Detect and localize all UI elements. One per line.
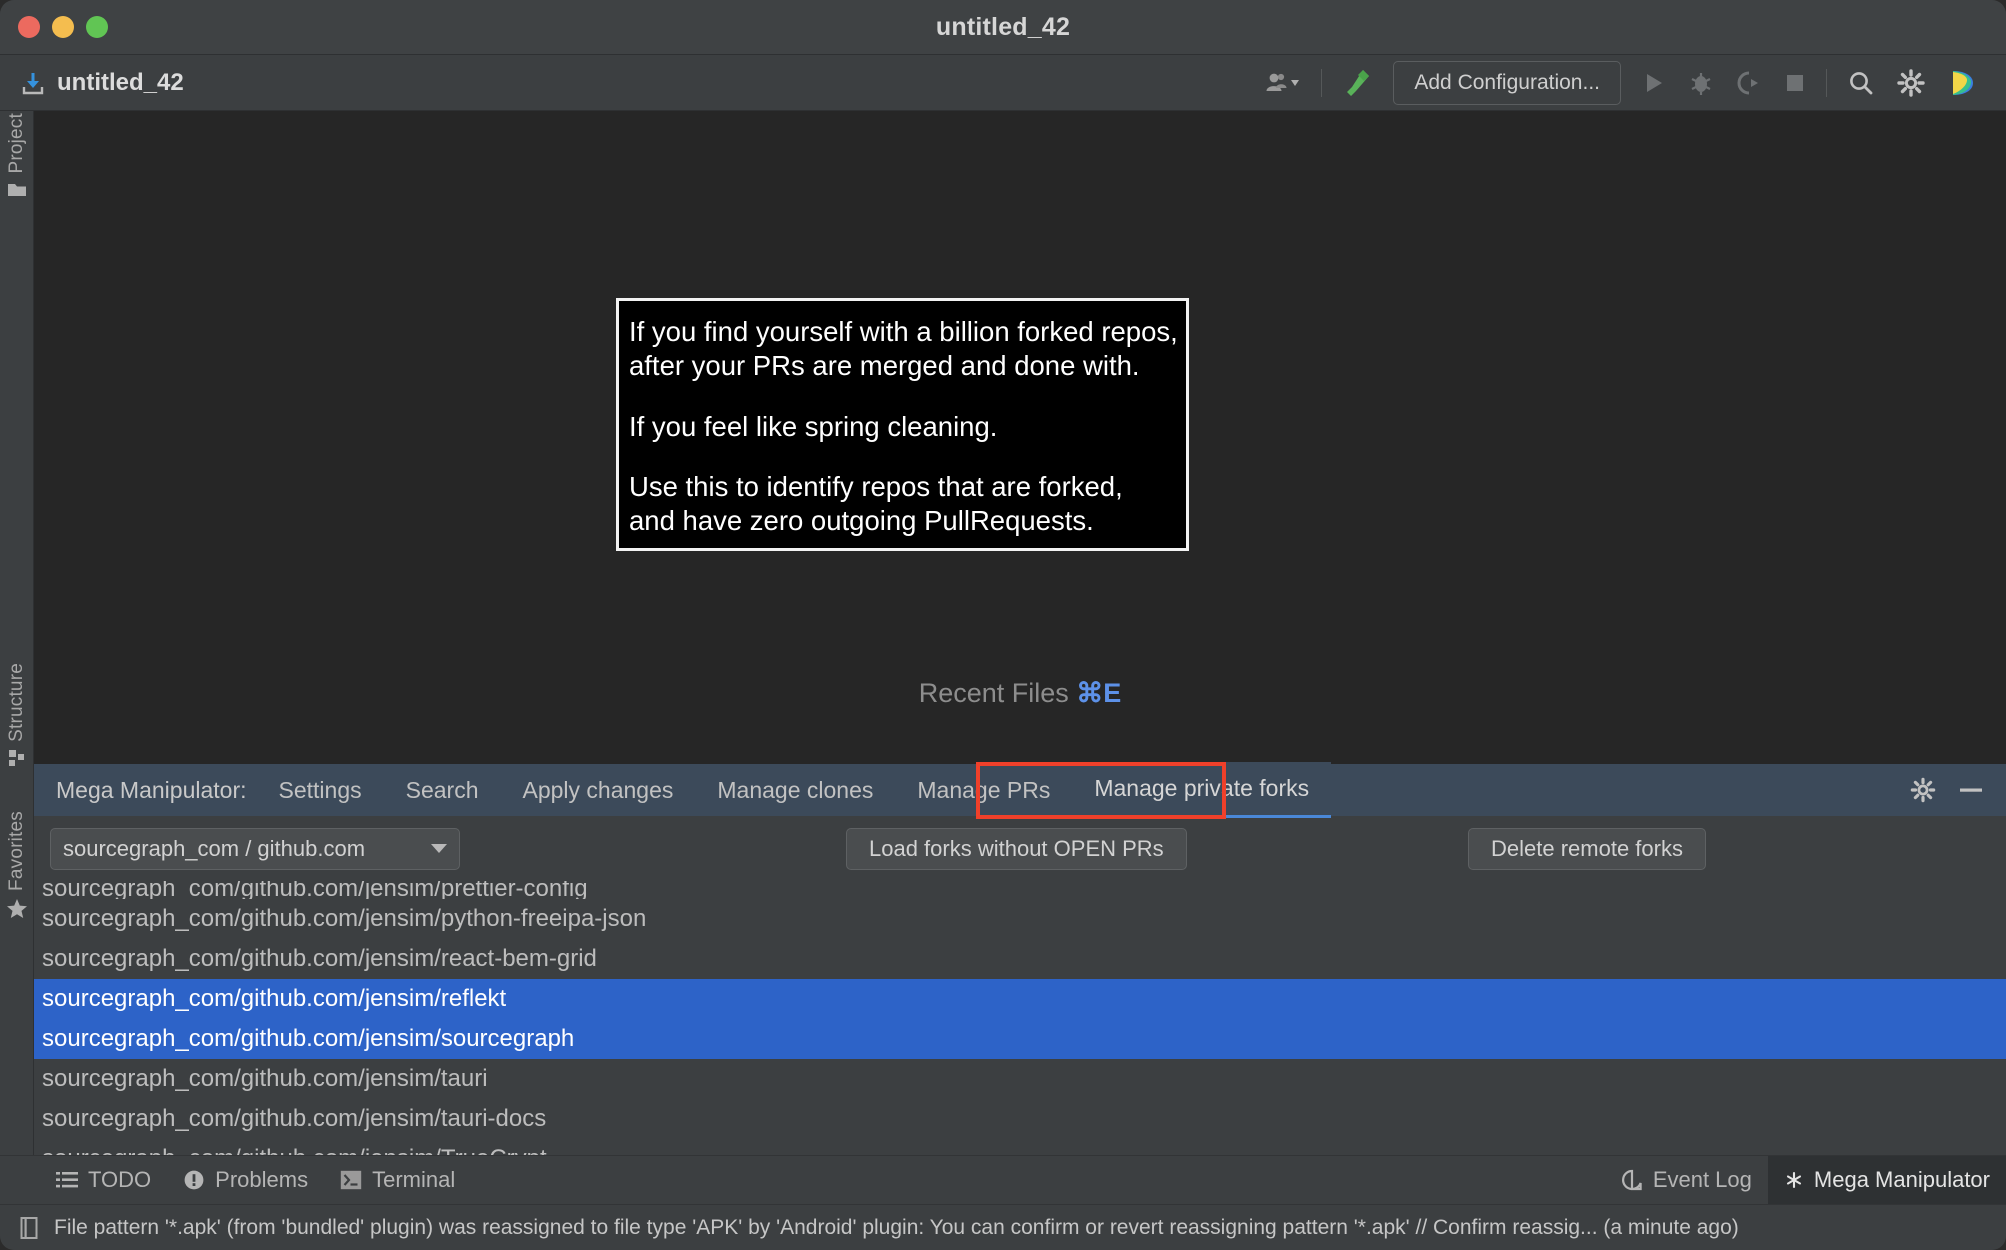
settings-gear-icon[interactable]	[1886, 61, 1936, 105]
repo-name: sourcegraph_com/github.com/jensim/pretti…	[42, 881, 588, 899]
traffic-light-group	[18, 16, 108, 38]
tab-settings[interactable]: Settings	[257, 764, 384, 817]
settings-gear-icon[interactable]	[1910, 777, 1936, 803]
download-project-icon	[20, 70, 46, 96]
source-select-value: sourcegraph_com / github.com	[63, 835, 366, 861]
bottom-tab-terminal[interactable]: Terminal	[324, 1156, 471, 1205]
stop-icon[interactable]	[1773, 61, 1817, 105]
ide-toolbar: untitled_42 Add Configuration...	[0, 55, 2006, 111]
maximize-button[interactable]	[86, 16, 108, 38]
minimize-icon[interactable]	[1958, 785, 1984, 795]
status-message: File pattern '*.apk' (from 'bundled' plu…	[54, 1215, 1739, 1239]
repo-name: sourcegraph_com/github.com/jensim/TrueCr…	[42, 1145, 547, 1155]
chevron-down-icon	[431, 844, 447, 853]
ide-window: untitled_42 untitled_42 Add Configuratio…	[0, 0, 2006, 1250]
window-titlebar: untitled_42	[0, 0, 2006, 55]
overlay-paragraph-1: If you find yourself with a billion fork…	[629, 316, 1178, 381]
delete-remote-forks-button[interactable]: Delete remote forks	[1468, 827, 1706, 870]
project-badge[interactable]: untitled_42	[20, 69, 184, 97]
repo-name: sourcegraph_com/github.com/jensim/source…	[42, 1025, 575, 1052]
forks-list[interactable]: sourcegraph_com/github.com/jensim/pretti…	[34, 881, 2006, 1155]
bottom-tab-mega-manipulator[interactable]: Mega Manipulator	[1767, 1155, 2006, 1205]
todo-list-icon	[56, 1171, 78, 1189]
bottom-tab-event-log[interactable]: Event Log	[1605, 1156, 1768, 1205]
tab-search[interactable]: Search	[384, 764, 501, 817]
list-item[interactable]: sourcegraph_com/github.com/jensim/tauri	[34, 1059, 2006, 1099]
bottom-tab-todo[interactable]: TODO	[40, 1156, 167, 1205]
status-bar: File pattern '*.apk' (from 'bundled' plu…	[0, 1204, 2006, 1250]
bottom-tab-todo-label: TODO	[88, 1167, 152, 1192]
repo-name: sourcegraph_com/github.com/jensim/tauri-…	[42, 1105, 547, 1132]
list-item[interactable]: sourcegraph_com/github.com/jensim/TrueCr…	[34, 1139, 2006, 1155]
repo-name: sourcegraph_com/github.com/jensim/react-…	[42, 945, 597, 972]
overlay-paragraph-3: Use this to identify repos that are fork…	[629, 471, 1123, 537]
star-icon	[6, 898, 28, 919]
jetbrains-logo-icon[interactable]	[1936, 61, 1988, 105]
bottom-tab-problems-label: Problems	[215, 1167, 309, 1192]
run-with-coverage-icon[interactable]	[1725, 61, 1773, 105]
tab-apply-changes[interactable]: Apply changes	[500, 764, 695, 817]
bottom-tab-problems[interactable]: Problems	[167, 1156, 324, 1205]
left-tool-strip: Project Structure Favorites	[0, 111, 34, 1155]
sidebar-item-project[interactable]: Project	[0, 113, 34, 198]
event-log-icon	[1621, 1169, 1643, 1191]
bottom-tab-event-log-label: Event Log	[1652, 1167, 1752, 1192]
bottom-tool-tabs: TODO Problems Terminal Event Log Mega Ma…	[0, 1155, 2006, 1205]
minimize-button[interactable]	[52, 16, 74, 38]
panel-title: Mega Manipulator:	[56, 776, 247, 803]
list-item[interactable]: sourcegraph_com/github.com/jensim/tauri-…	[34, 1099, 2006, 1139]
recent-files-hint: Recent Files ⌘E	[34, 678, 2006, 709]
repo-name: sourcegraph_com/github.com/jensim/python…	[42, 905, 647, 932]
window-title: untitled_42	[935, 12, 1071, 41]
mega-manipulator-panel: Mega Manipulator: Settings Search Apply …	[34, 762, 2006, 1155]
documentation-overlay: If you find yourself with a billion fork…	[616, 298, 1189, 552]
source-select[interactable]: sourcegraph_com / github.com	[50, 827, 460, 870]
asterisk-icon	[1784, 1170, 1804, 1190]
mega-manipulator-controls: sourcegraph_com / github.com Load forks …	[34, 816, 2006, 881]
build-hammer-icon[interactable]	[1331, 61, 1383, 105]
search-everywhere-icon[interactable]	[1836, 61, 1886, 105]
mega-manipulator-header: Mega Manipulator: Settings Search Apply …	[34, 762, 2006, 819]
sidebar-item-structure[interactable]: Structure	[0, 663, 34, 767]
project-name-label: untitled_42	[57, 68, 184, 96]
notification-document-icon	[18, 1216, 40, 1240]
tab-manage-clones[interactable]: Manage clones	[695, 764, 895, 817]
panel-header-actions	[1910, 777, 2006, 803]
add-configuration-button[interactable]: Add Configuration...	[1393, 60, 1621, 105]
list-item[interactable]: sourcegraph_com/github.com/jensim/pretti…	[34, 881, 2006, 899]
bottom-tabs-right: Event Log Mega Manipulator	[1605, 1155, 2006, 1205]
toolbar-actions: Add Configuration...	[1254, 60, 2006, 105]
bottom-tab-mega-manipulator-label: Mega Manipulator	[1813, 1167, 1990, 1192]
list-item[interactable]: sourcegraph_com/github.com/jensim/reflek…	[34, 979, 2006, 1019]
tab-manage-private-forks[interactable]: Manage private forks	[1072, 762, 1332, 818]
overlay-paragraph-2: If you feel like spring cleaning.	[629, 410, 998, 442]
debug-icon[interactable]	[1677, 61, 1725, 105]
recent-files-label: Recent Files	[918, 678, 1069, 708]
close-button[interactable]	[18, 16, 40, 38]
repo-name: sourcegraph_com/github.com/jensim/tauri	[42, 1065, 488, 1092]
problems-warning-icon	[183, 1169, 205, 1191]
recent-files-shortcut: ⌘E	[1076, 678, 1122, 708]
toolbar-divider-1	[1321, 68, 1323, 97]
folder-icon	[7, 181, 27, 198]
sidebar-item-project-label: Project	[6, 113, 27, 174]
editor-area: Recent Files ⌘E If you find yourself wit…	[34, 111, 2006, 859]
user-dropdown-icon[interactable]	[1254, 61, 1312, 105]
tab-manage-prs[interactable]: Manage PRs	[895, 764, 1072, 817]
load-forks-button[interactable]: Load forks without OPEN PRs	[846, 827, 1187, 870]
sidebar-item-favorites-label: Favorites	[6, 811, 27, 891]
repo-name: sourcegraph_com/github.com/jensim/reflek…	[42, 985, 507, 1012]
bottom-tab-terminal-label: Terminal	[372, 1167, 456, 1192]
list-item[interactable]: sourcegraph_com/github.com/jensim/python…	[34, 899, 2006, 939]
sidebar-item-structure-label: Structure	[6, 663, 27, 742]
list-item[interactable]: sourcegraph_com/github.com/jensim/source…	[34, 1019, 2006, 1059]
structure-icon	[8, 749, 26, 767]
toolbar-divider-2	[1826, 68, 1827, 97]
terminal-icon	[340, 1170, 362, 1190]
sidebar-item-favorites[interactable]: Favorites	[0, 811, 34, 919]
run-icon[interactable]	[1631, 61, 1677, 105]
list-item[interactable]: sourcegraph_com/github.com/jensim/react-…	[34, 939, 2006, 979]
